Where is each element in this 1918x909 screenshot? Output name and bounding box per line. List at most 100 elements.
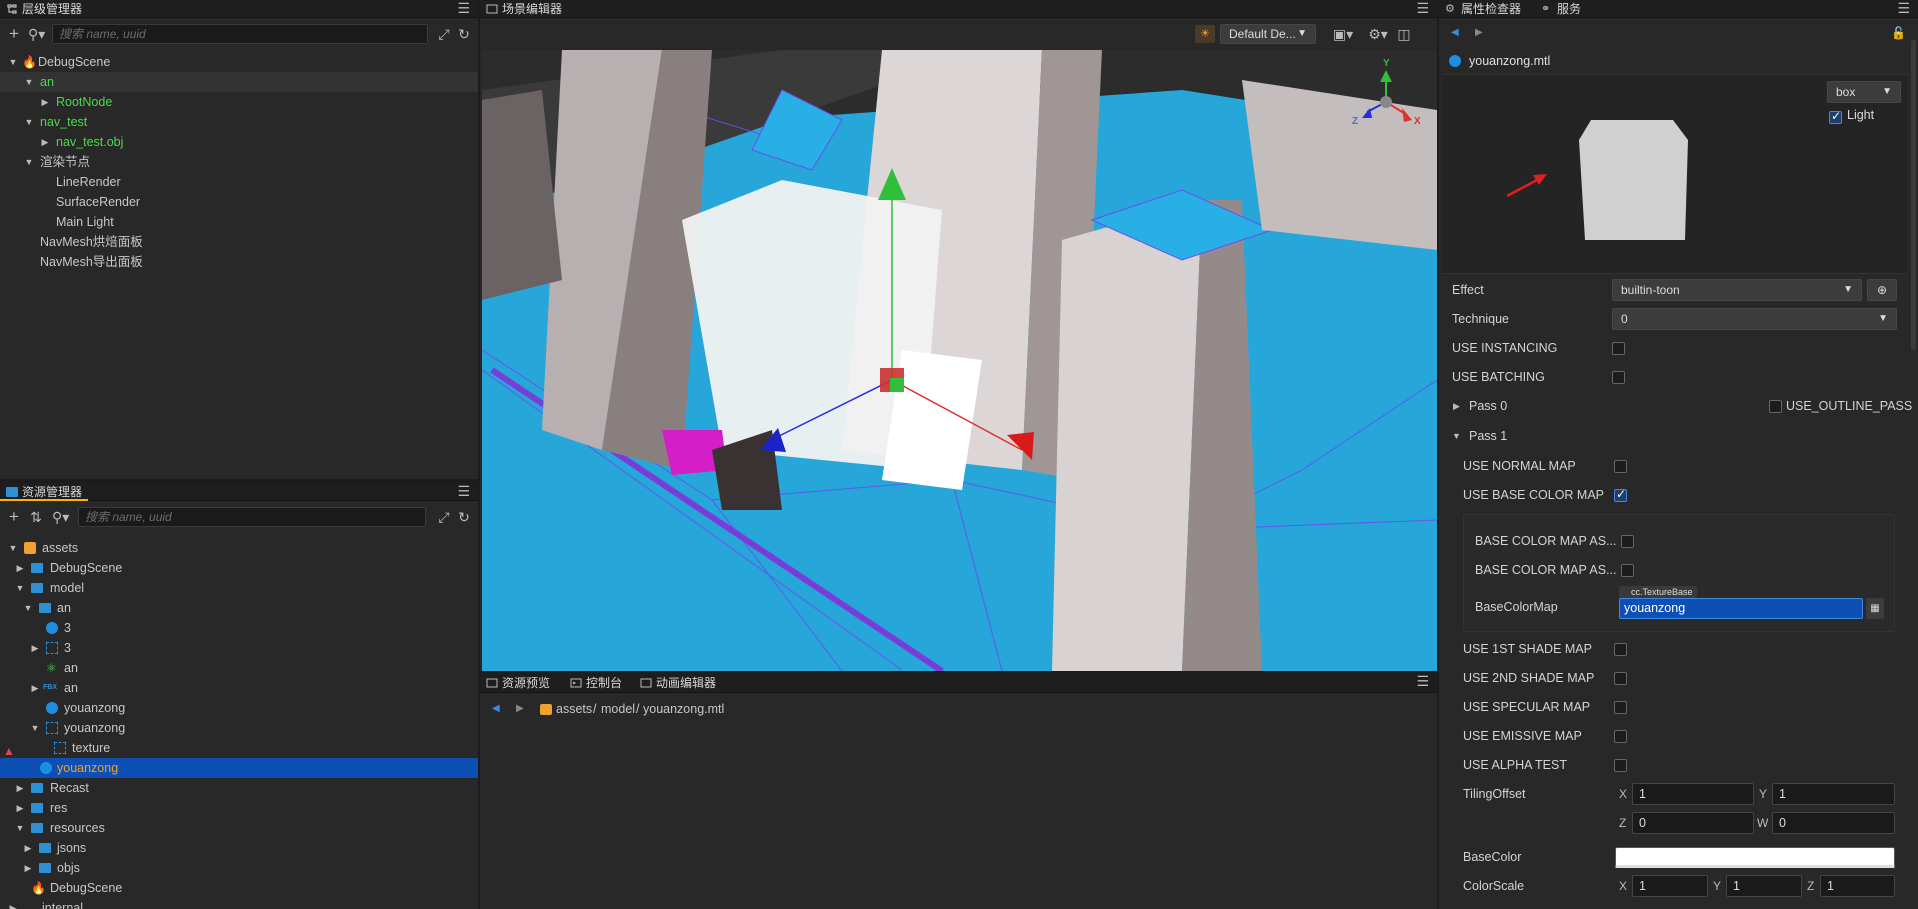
use-2nd-shade-map-checkbox[interactable] xyxy=(1614,672,1627,685)
screenshot-icon[interactable]: ▣▾ xyxy=(1330,24,1356,44)
expand-arrow-icon[interactable]: ▼ xyxy=(24,72,34,92)
tab-scene[interactable]: 场景编辑器 xyxy=(480,0,562,18)
camera-select[interactable]: Default De... ▼ xyxy=(1220,24,1316,44)
asset-picker-icon[interactable]: ▦ xyxy=(1866,598,1884,619)
assets-search-input[interactable]: 搜索 name, uuid xyxy=(78,507,426,527)
expand-arrow-icon[interactable]: ▼ xyxy=(15,818,25,838)
asset-debugscene-scene[interactable]: 🔥 DebugScene xyxy=(0,878,478,898)
expand-arrow-icon[interactable]: ▶ xyxy=(1453,392,1460,421)
colorscale-z-input[interactable]: 1 xyxy=(1820,875,1895,897)
expand-arrow-icon[interactable]: ▼ xyxy=(23,598,33,618)
expand-arrow-icon[interactable]: ▶ xyxy=(30,638,40,658)
light-checkbox[interactable] xyxy=(1829,109,1842,124)
expand-arrow-icon[interactable]: ▼ xyxy=(15,578,25,598)
expand-arrow-icon[interactable]: ▶ xyxy=(23,838,33,858)
tree-node-rootnode[interactable]: ▶ RootNode xyxy=(0,92,478,112)
basecolor-swatch[interactable] xyxy=(1615,847,1895,868)
asset-objs-folder[interactable]: ▶ objs xyxy=(0,858,478,878)
effect-select[interactable]: builtin-toon ▼ xyxy=(1612,279,1862,301)
expand-arrow-icon[interactable]: ▶ xyxy=(23,858,33,878)
tree-node-nav-test-obj[interactable]: ▶ nav_test.obj xyxy=(0,132,478,152)
tab-inspector[interactable]: ⚙ 属性检查器 xyxy=(1439,0,1521,18)
collapse-icon[interactable]: ⤢ xyxy=(436,507,452,527)
use-normal-map-checkbox[interactable] xyxy=(1614,460,1627,473)
asset-youanzong-mtl-selected[interactable]: youanzong xyxy=(0,758,478,778)
asset-model-folder[interactable]: ▼ model xyxy=(0,578,478,598)
scene-menu-icon[interactable]: ☰ xyxy=(1416,0,1429,18)
expand-arrow-icon[interactable]: ▶ xyxy=(15,778,25,798)
use-alpha-test-checkbox[interactable] xyxy=(1614,759,1627,772)
back-icon[interactable]: ◀ xyxy=(1451,27,1459,38)
tiling-y-input[interactable]: 1 xyxy=(1772,783,1895,805)
search-type-icon[interactable]: ⚲▾ xyxy=(52,507,69,527)
expand-arrow-icon[interactable]: ▶ xyxy=(15,558,25,578)
refresh-icon[interactable]: ↻ xyxy=(456,507,472,527)
asset-assets[interactable]: ▼ assets xyxy=(0,538,478,558)
tree-node-main-light[interactable]: Main Light xyxy=(0,212,478,232)
tab-assets[interactable]: 资源管理器 xyxy=(0,483,88,501)
preview-shape-select[interactable]: box ▼ xyxy=(1827,81,1901,103)
use-batching-checkbox[interactable] xyxy=(1612,371,1625,384)
tree-node-surfacerender[interactable]: SurfaceRender xyxy=(0,192,478,212)
asset-res-folder[interactable]: ▶ res xyxy=(0,798,478,818)
hierarchy-menu-icon[interactable]: ☰ xyxy=(457,0,470,18)
expand-arrow-icon[interactable]: ▶ xyxy=(40,132,50,152)
tree-node-navmesh-export[interactable]: NavMesh导出面板 xyxy=(0,252,478,272)
sort-icon[interactable]: ⇅ xyxy=(28,507,44,527)
scene-light-toggle-icon[interactable]: ☀ xyxy=(1195,25,1215,43)
breadcrumb-assets[interactable]: assets xyxy=(556,694,592,724)
use-base-color-map-checkbox[interactable] xyxy=(1614,487,1627,502)
use-instancing-checkbox[interactable] xyxy=(1612,342,1625,355)
gear-icon[interactable]: ⚙▾ xyxy=(1366,24,1390,44)
asset-recast-folder[interactable]: ▶ Recast xyxy=(0,778,478,798)
expand-arrow-icon[interactable]: ▼ xyxy=(30,718,40,738)
inspector-menu-icon[interactable]: ☰ xyxy=(1897,0,1910,18)
technique-select[interactable]: 0 ▼ xyxy=(1612,308,1897,330)
tree-node-linerender[interactable]: LineRender xyxy=(0,172,478,192)
expand-arrow-icon[interactable]: ▼ xyxy=(24,152,34,172)
collapse-icon[interactable]: ⤢ xyxy=(436,24,452,44)
forward-icon[interactable]: ▶ xyxy=(1475,27,1483,38)
asset-jsons-folder[interactable]: ▶ jsons xyxy=(0,838,478,858)
tiling-x-input[interactable]: 1 xyxy=(1632,783,1754,805)
base-color-map-as-checkbox-1[interactable] xyxy=(1621,535,1634,548)
tree-node-an[interactable]: ▼ an xyxy=(0,72,478,92)
asset-youanzong-material[interactable]: youanzong xyxy=(0,698,478,718)
use-specular-map-checkbox[interactable] xyxy=(1614,701,1627,714)
bottom-menu-icon[interactable]: ☰ xyxy=(1416,673,1429,691)
use-1st-shade-map-checkbox[interactable] xyxy=(1614,643,1627,656)
tree-node-debugscene[interactable]: ▼ 🔥 DebugScene xyxy=(0,52,478,72)
asset-youanzong-image[interactable]: ▼ youanzong xyxy=(0,718,478,738)
expand-arrow-icon[interactable]: ▼ xyxy=(24,112,34,132)
lock-icon[interactable]: 🔓 xyxy=(1891,26,1906,40)
forward-icon[interactable]: ▶ xyxy=(516,694,524,724)
add-icon[interactable]: + xyxy=(6,507,22,527)
pass1-row[interactable]: ▼ Pass 1 xyxy=(1439,422,1918,451)
asset-an-folder[interactable]: ▼ an xyxy=(0,598,478,618)
asset-an-prefab[interactable]: ⚛ an xyxy=(0,658,478,678)
expand-arrow-icon[interactable]: ▼ xyxy=(8,52,18,72)
tree-node-navmesh-bake[interactable]: NavMesh烘焙面板 xyxy=(0,232,478,252)
asset-3-image[interactable]: ▶ 3 xyxy=(0,638,478,658)
asset-an-fbx[interactable]: ▶ FBX an xyxy=(0,678,478,698)
locate-icon[interactable]: ⊕ xyxy=(1867,279,1897,301)
material-preview[interactable]: box ▼ Light xyxy=(1443,74,1907,274)
search-type-icon[interactable]: ⚲▾ xyxy=(28,24,45,44)
back-icon[interactable]: ◀ xyxy=(492,694,500,724)
tree-node-render[interactable]: ▼ 渲染节点 xyxy=(0,152,478,172)
tab-animation-editor[interactable]: 动画编辑器 xyxy=(634,673,716,693)
tree-node-nav-test[interactable]: ▼ nav_test xyxy=(0,112,478,132)
use-emissive-map-checkbox[interactable] xyxy=(1614,730,1627,743)
outline-pass-checkbox[interactable] xyxy=(1769,400,1782,413)
tab-console[interactable]: 控制台 xyxy=(564,673,622,693)
tab-hierarchy[interactable]: 层级管理器 xyxy=(0,0,82,18)
assets-menu-icon[interactable]: ☰ xyxy=(457,483,470,501)
tab-asset-preview[interactable]: 资源预览 xyxy=(480,673,550,693)
maximize-icon[interactable]: ◫ xyxy=(1396,24,1412,44)
scene-viewport[interactable]: X Y Z xyxy=(482,50,1437,671)
expand-arrow-icon[interactable]: ▼ xyxy=(1452,422,1461,451)
refresh-icon[interactable]: ↻ xyxy=(456,24,472,44)
expand-arrow-icon[interactable]: ▶ xyxy=(8,898,18,909)
add-icon[interactable]: + xyxy=(6,24,22,44)
expand-arrow-icon[interactable]: ▶ xyxy=(40,92,50,112)
